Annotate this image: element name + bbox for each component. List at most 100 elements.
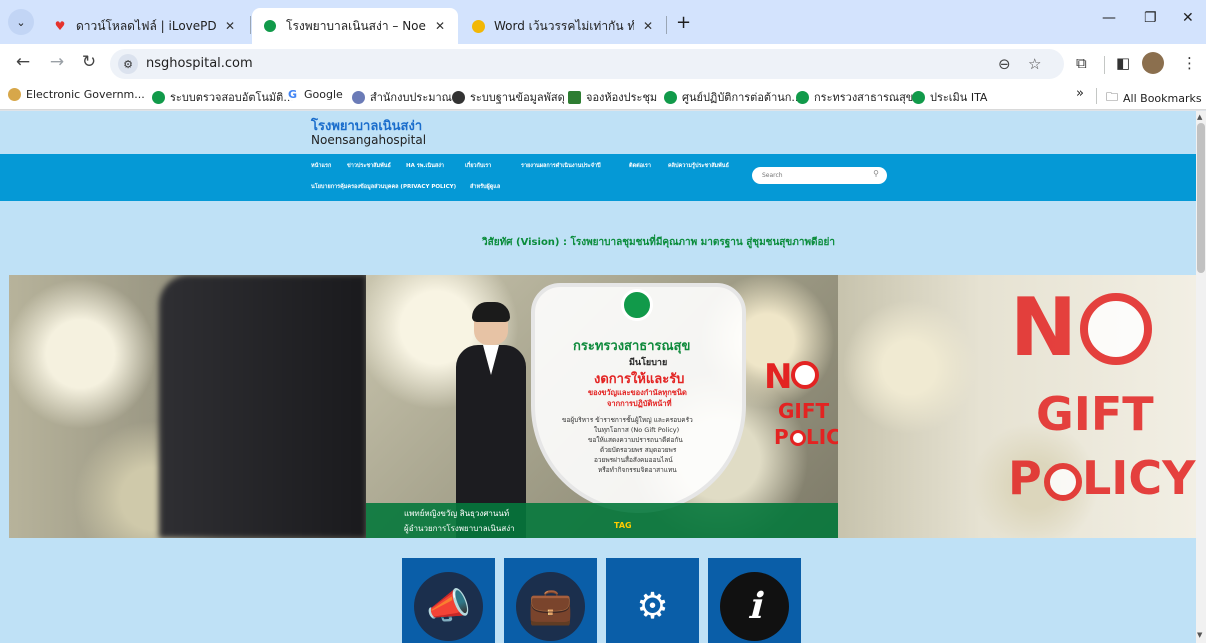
chevron-down-icon: ⌄ xyxy=(16,15,26,29)
web-page: โรงพยาบาลเนินสง่า Noensangahospital หน้า… xyxy=(0,111,1196,643)
egov-icon xyxy=(8,88,21,101)
tab-word-question[interactable]: Word เว้นวรรคไม่เท่ากัน ทำไงครับ? - ✕ xyxy=(460,8,666,44)
meeting-room-icon xyxy=(568,90,581,104)
tab-nsghospital[interactable]: โรงพยาบาลเนินสง่า – Noensangah ✕ xyxy=(252,8,458,44)
blurred-director-figure xyxy=(159,275,366,538)
nav-contact[interactable]: ติดต่อเรา xyxy=(629,162,651,170)
page-scrollbar[interactable]: ▲ ▼ xyxy=(1196,111,1206,643)
bookmark-item[interactable]: ประเมิน ITA xyxy=(912,88,987,106)
moph-logo-icon xyxy=(912,90,925,104)
site-info-icon[interactable]: ⚙ xyxy=(118,54,138,74)
policy-text-p: P xyxy=(774,425,789,449)
budget-office-icon xyxy=(352,90,365,104)
tile-services[interactable]: ⚙ xyxy=(606,558,699,643)
tile-announcements[interactable]: 📣 xyxy=(402,558,495,643)
banner-blur-right: N GIFT P LICY xyxy=(838,275,1196,538)
tab-ilovepdf[interactable]: ♥ ดาวน์โหลดไฟล์ | iLovePDF ✕ xyxy=(42,8,248,44)
no-gift-circle-icon xyxy=(791,361,819,389)
bookmark-item[interactable]: ศูนย์ปฏิบัติการต่อต้านก... xyxy=(664,88,802,106)
no-text: N xyxy=(764,357,793,397)
vision-marquee: วิสัยทัศ (Vision) : โรงพยาบาลชุมชนที่มีค… xyxy=(482,237,836,248)
bookmark-item[interactable]: สำนักงบประมาณ xyxy=(352,88,452,106)
close-tab-icon[interactable]: ✕ xyxy=(432,19,448,33)
nav-ha[interactable]: HA รพ.เนินสง่า xyxy=(406,162,444,170)
folder-icon: 🗀 xyxy=(1106,90,1119,104)
nav-privacy-policy[interactable]: นโยบายการคุ้มครองข้อมูลส่วนบุคคล (PRIVAC… xyxy=(311,183,456,191)
main-navigation: หน้าแรก ข่าวประชาสัมพันธ์ HA รพ.เนินสง่า… xyxy=(0,154,1196,201)
policy-line: มีนโยบาย xyxy=(629,358,668,368)
forward-arrow-icon[interactable]: → xyxy=(46,52,68,72)
policy-o-icon xyxy=(790,430,806,446)
moph-logo-icon xyxy=(152,90,165,104)
bookmarks-overflow-button[interactable]: » xyxy=(1076,86,1084,101)
tab-title: ดาวน์โหลดไฟล์ | iLovePDF xyxy=(76,18,216,33)
moph-logo-icon xyxy=(262,18,278,34)
globe-icon xyxy=(452,90,465,104)
nav-annual-report[interactable]: รายงานผลการดำเนินงานประจำปี xyxy=(521,162,601,170)
minimize-icon[interactable]: — xyxy=(1102,10,1116,26)
nav-knowledge-clips[interactable]: คลิปความรู้ประชาสัมพันธ์ xyxy=(668,162,729,170)
megaphone-icon: 📣 xyxy=(426,586,471,627)
scroll-up-icon[interactable]: ▲ xyxy=(1197,113,1202,121)
heart-icon: ♥ xyxy=(54,19,66,33)
nav-news[interactable]: ข่าวประชาสัมพันธ์ xyxy=(347,162,391,170)
scrollbar-thumb[interactable] xyxy=(1197,123,1205,273)
policy-o-icon xyxy=(1044,463,1082,501)
profile-avatar[interactable] xyxy=(1142,52,1164,74)
restore-icon[interactable]: ❐ xyxy=(1144,10,1157,26)
service-box-icon: ⚙ xyxy=(636,586,669,627)
bookmark-item[interactable]: Electronic Governm... xyxy=(8,88,145,101)
back-arrow-icon[interactable]: ← xyxy=(12,52,34,72)
all-bookmarks-button[interactable]: 🗀 All Bookmarks xyxy=(1106,88,1202,109)
nav-home[interactable]: หน้าแรก xyxy=(311,162,331,170)
nav-about[interactable]: เกี่ยวกับเรา xyxy=(465,162,491,170)
policy-text-p-blurred: P xyxy=(1008,451,1042,505)
no-text-blurred: N xyxy=(1010,281,1077,374)
close-window-icon[interactable]: ✕ xyxy=(1182,10,1194,26)
banner-slider[interactable]: กระทรวงสาธารณสุข มีนโยบาย งดการให้และรับ… xyxy=(9,275,1196,538)
policy-body: ขอผู้บริหาร ข้าราชการชั้นผู้ใหญ่ และครอบ… xyxy=(562,416,693,424)
address-bar[interactable]: ⚙ nsghospital.com ⊖ ☆ xyxy=(110,49,1064,79)
banner-blur-left xyxy=(9,275,366,538)
reload-icon[interactable]: ↻ xyxy=(78,52,100,72)
tab-divider xyxy=(666,16,667,34)
kebab-menu-icon[interactable]: ⋮ xyxy=(1182,54,1197,72)
policy-body: ในทุกโอกาส (No Gift Policy) xyxy=(594,426,680,434)
site-search: ⚲ xyxy=(752,167,887,184)
moph-logo-icon xyxy=(621,289,653,321)
zoom-icon[interactable]: ⊖ xyxy=(998,55,1011,73)
bookmark-star-icon[interactable]: ☆ xyxy=(1028,55,1041,73)
no-gift-circle-icon xyxy=(1080,293,1152,365)
tab-strip: ⌄ ♥ ดาวน์โหลดไฟล์ | iLovePDF ✕ โรงพยาบาล… xyxy=(0,0,1206,44)
nav-admin[interactable]: สำหรับผู้ดูแล xyxy=(470,183,500,191)
tab-title: Word เว้นวรรคไม่เท่ากัน ทำไงครับ? - xyxy=(494,18,634,33)
close-tab-icon[interactable]: ✕ xyxy=(640,19,656,33)
tag-label: TAG xyxy=(614,521,632,530)
bookmark-item[interactable]: G Google xyxy=(286,88,343,101)
tile-jobs[interactable]: 💼 xyxy=(504,558,597,643)
policy-headline: งดการให้และรับ xyxy=(594,372,685,387)
browser-toolbar: ← → ↻ ⚙ nsghospital.com ⊖ ☆ ⧉ ◧ ⋮ xyxy=(0,44,1206,82)
bookmarks-bar: Electronic Governm... ระบบตรวจสอบอัตโนมั… xyxy=(0,82,1206,110)
bookmark-item[interactable]: ระบบฐานข้อมูลพัสดุ xyxy=(452,88,565,106)
tab-search-button[interactable]: ⌄ xyxy=(8,9,34,35)
search-input[interactable] xyxy=(762,170,862,181)
bookmark-item[interactable]: กระทรวงสาธารณสุข xyxy=(796,88,913,106)
close-tab-icon[interactable]: ✕ xyxy=(222,19,238,33)
director-title: ผู้อำนวยการโรงพยาบาลเนินสง่า xyxy=(404,524,515,533)
url-text[interactable]: nsghospital.com xyxy=(146,56,253,71)
info-icon: ℹ xyxy=(747,586,762,627)
director-name: แพทย์หญิงขวัญ สินธุวงศานนท์ xyxy=(404,509,510,518)
director-caption-bar: แพทย์หญิงขวัญ สินธุวงศานนท์ ผู้อำนวยการโ… xyxy=(366,503,838,538)
scroll-down-icon[interactable]: ▼ xyxy=(1197,631,1202,639)
side-panel-icon[interactable]: ◧ xyxy=(1116,54,1130,72)
toolbar-divider xyxy=(1104,56,1105,74)
no-gift-policy-banner: กระทรวงสาธารณสุข มีนโยบาย งดการให้และรับ… xyxy=(366,275,855,538)
tile-info[interactable]: ℹ xyxy=(708,558,801,643)
bookmark-item[interactable]: จองห้องประชุม xyxy=(568,88,657,106)
extensions-icon[interactable]: ⧉ xyxy=(1076,54,1087,72)
search-icon[interactable]: ⚲ xyxy=(873,169,879,178)
new-tab-button[interactable]: + xyxy=(676,12,691,33)
policy-body: ขอให้แสดงความปรารถนาดีต่อกัน xyxy=(588,436,683,444)
bookmark-item[interactable]: ระบบตรวจสอบอัตโนมัติ... xyxy=(152,88,294,106)
